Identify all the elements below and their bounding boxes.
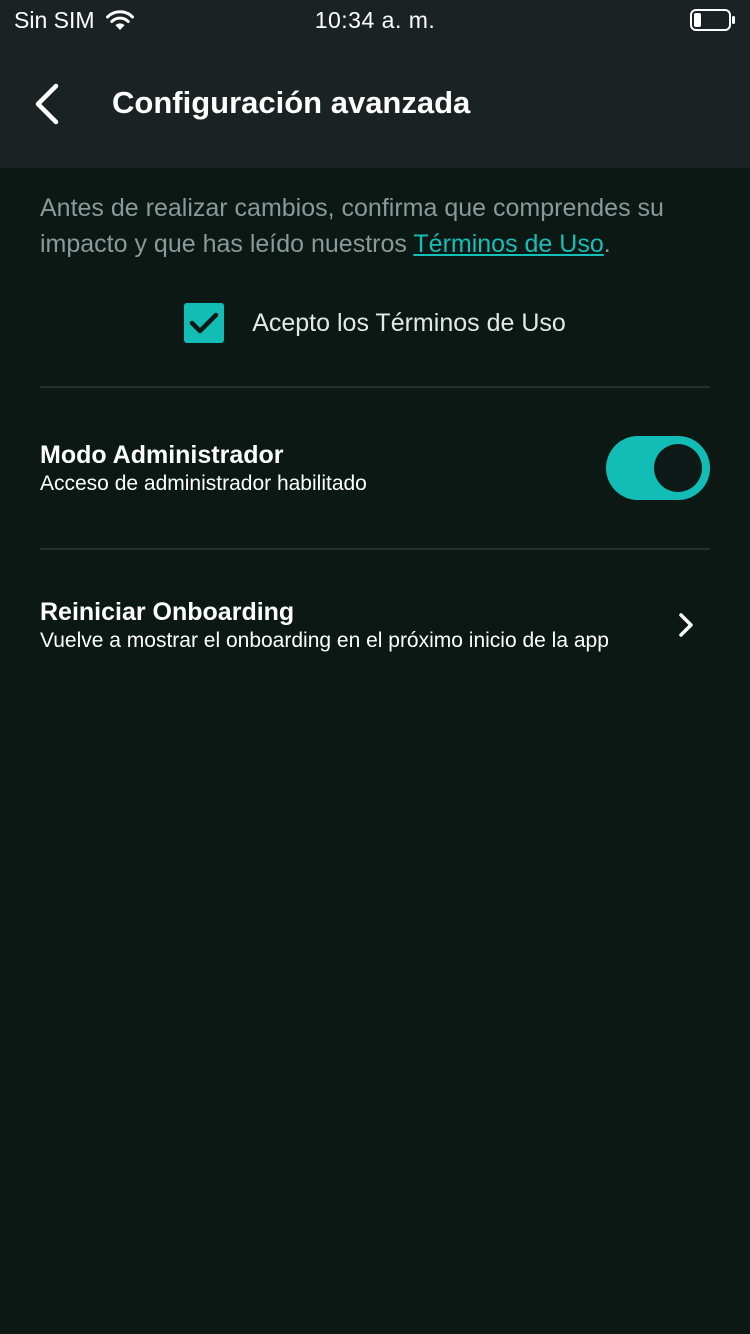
checkmark-icon bbox=[189, 312, 219, 334]
accept-terms-row[interactable]: Acepto los Términos de Uso bbox=[40, 302, 710, 344]
page-title: Configuración avanzada bbox=[112, 85, 471, 120]
reset-onboarding-title: Reiniciar Onboarding bbox=[40, 597, 295, 626]
reset-onboarding-subtitle: Vuelve a mostrar el onboarding en el pró… bbox=[40, 628, 609, 652]
navigation-bar: Configuración avanzada bbox=[0, 40, 750, 168]
reset-onboarding-chevron[interactable] bbox=[666, 605, 706, 645]
chevron-right-icon bbox=[679, 613, 693, 637]
intro-end: . bbox=[603, 230, 611, 258]
reset-onboarding-text: Reiniciar Onboarding Vuelve a mostrar el… bbox=[40, 597, 666, 654]
toggle-knob bbox=[654, 444, 702, 492]
accept-terms-label: Acepto los Términos de Uso bbox=[252, 308, 566, 337]
battery-icon bbox=[690, 9, 735, 31]
back-button[interactable] bbox=[22, 76, 72, 132]
accept-terms-checkbox[interactable] bbox=[184, 303, 225, 343]
chevron-left-icon bbox=[35, 83, 59, 125]
admin-mode-toggle[interactable] bbox=[606, 436, 710, 500]
admin-mode-row: Modo Administrador Acceso de administrad… bbox=[40, 388, 710, 548]
status-time: 10:34 a. m. bbox=[314, 7, 436, 33]
admin-mode-text: Modo Administrador Acceso de administrad… bbox=[40, 440, 606, 497]
admin-mode-title: Modo Administrador bbox=[40, 440, 284, 469]
status-bar: Sin SIM 10:34 a. m. bbox=[0, 0, 750, 40]
intro-text: Antes de realizar cambios, confirma que … bbox=[40, 190, 710, 262]
terms-link[interactable]: Términos de Uso bbox=[413, 230, 603, 258]
settings-content: Antes de realizar cambios, confirma que … bbox=[40, 168, 710, 700]
admin-mode-subtitle: Acceso de administrador habilitado bbox=[40, 471, 367, 495]
reset-onboarding-row[interactable]: Reiniciar Onboarding Vuelve a mostrar el… bbox=[40, 550, 710, 700]
